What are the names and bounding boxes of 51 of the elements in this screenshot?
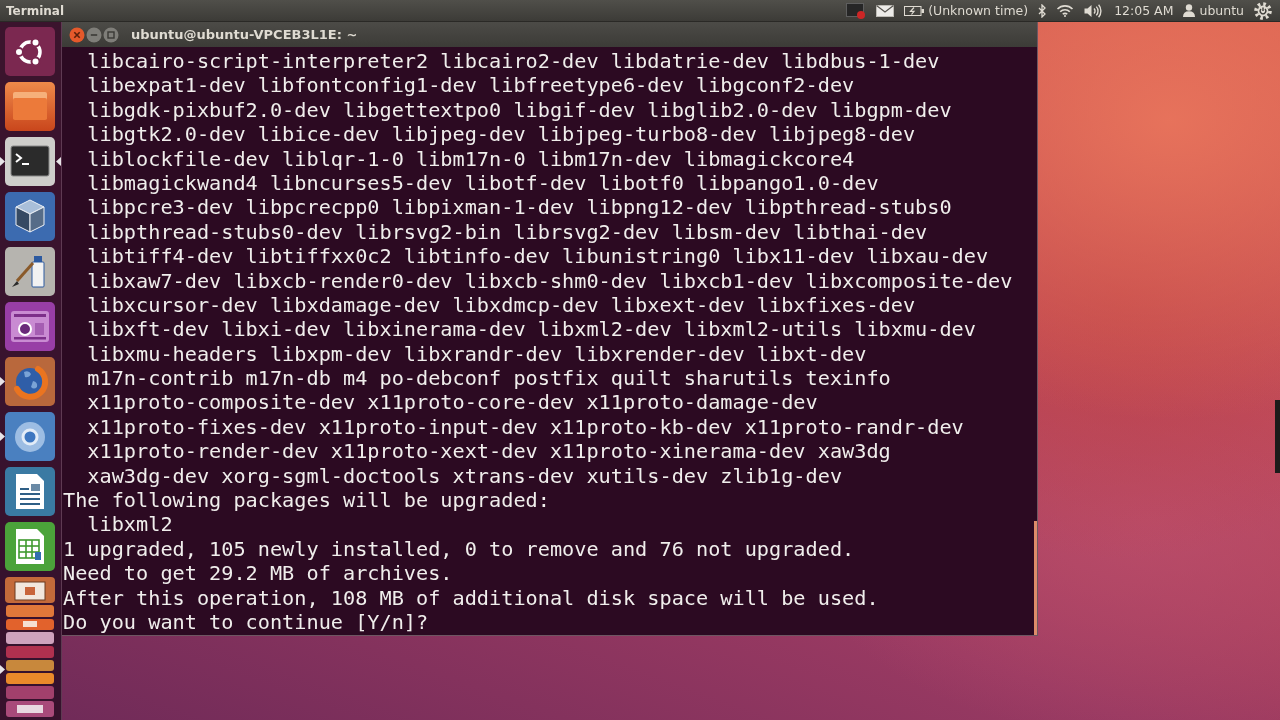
app-title: Terminal	[6, 3, 65, 18]
record-icon[interactable]	[846, 2, 867, 19]
terminal-line: libpthread-stubs0-dev librsvg2-bin librsvg2-dev libsm-dev libthai-dev	[87, 219, 928, 245]
terminal-line: libgdk-pixbuf2.0-dev libgettextpo0 libgif-dev libglib2.0-dev libgpm-dev	[87, 97, 952, 123]
close-icon[interactable]	[69, 26, 85, 43]
ubuntu-logo-icon[interactable]	[5, 27, 55, 76]
paintbrush-icon[interactable]	[5, 247, 55, 296]
user-menu[interactable]: ubuntu	[1183, 3, 1244, 18]
terminal-line: xaw3dg-dev xorg-sgml-doctools xtrans-dev xutils-dev zlib1g-dev	[87, 463, 843, 489]
terminal-line: 1 upgraded, 105 newly installed, 0 to remove and 76 not upgraded.	[63, 536, 855, 562]
clock[interactable]: 12:05 AM	[1114, 3, 1174, 18]
speaker-icon[interactable]	[1084, 3, 1103, 18]
mail-icon[interactable]	[876, 4, 895, 17]
spreadsheet-icon[interactable]	[5, 522, 55, 571]
window-title: ubuntu@ubuntu-VPCEB3L1E: ~	[131, 27, 358, 42]
terminal-line: libmagickwand4 libncurses5-dev libotf-dev libotf0 libpango1.0-dev	[87, 170, 879, 196]
person-icon	[1183, 4, 1196, 17]
document-icon[interactable]	[5, 467, 55, 516]
ring-icon[interactable]	[5, 412, 55, 461]
terminal-line: x11proto-composite-dev x11proto-core-dev x11proto-damage-dev	[87, 390, 818, 415]
terminal-line: libcairo-script-interpreter2 libcairo2-dev libdatrie-dev libdbus-1-dev	[87, 49, 940, 74]
scrollbar-thumb[interactable]	[1034, 521, 1037, 635]
battery-indicator[interactable]: (Unknown time)	[904, 3, 1029, 18]
wifi-icon[interactable]	[1056, 4, 1075, 17]
terminal-line: Do you want to continue [Y/n]?	[63, 610, 429, 635]
settings-icon[interactable]	[1254, 1, 1272, 20]
folder-icon[interactable]	[5, 82, 55, 131]
terminal-line: libxcursor-dev libxdamage-dev libxdmcp-dev libxext-dev libxfixes-dev	[87, 292, 916, 318]
terminal-line: libgtk2.0-dev libice-dev libjpeg-dev libjpeg-turbo8-dev libjpeg8-dev	[87, 122, 916, 147]
minimize-icon[interactable]	[86, 26, 102, 43]
terminal-line: The following packages will be upgraded:	[63, 488, 550, 513]
terminal-line: Need to get 29.2 MB of archives.	[63, 561, 453, 586]
terminal-line: libtiff4-dev libtiffxx0c2 libtinfo-dev libunistring0 libx11-dev libxau-dev	[87, 244, 989, 269]
terminal-icon[interactable]	[5, 137, 55, 186]
terminal-line: libxmu-headers libxpm-dev libxrandr-dev libxrender-dev libxt-dev	[87, 341, 867, 367]
webcam-icon[interactable]	[5, 302, 55, 351]
cube-icon[interactable]	[5, 192, 55, 241]
battery-icon	[904, 5, 925, 16]
terminal-line: libxaw7-dev libxcb-render0-dev libxcb-shm0-dev libxcb1-dev libxcomposite-dev	[87, 268, 1013, 293]
terminal-line: libexpat1-dev libfontconfig1-dev libfreetype6-dev libgconf2-dev	[87, 73, 855, 98]
terminal-line: libpcre3-dev libpcrecpp0 libpixman-1-dev libpng12-dev libpthread-stubs0	[87, 195, 952, 220]
maximize-icon[interactable]	[103, 26, 119, 43]
terminal-line: m17n-contrib m17n-db m4 po-debconf postfix quilt sharutils texinfo	[87, 366, 891, 391]
terminal-line: x11proto-fixes-dev x11proto-input-dev x11proto-kb-dev x11proto-randr-dev	[87, 414, 964, 440]
terminal-line: x11proto-render-dev x11proto-xext-dev x11proto-xinerama-dev xaw3dg	[87, 439, 891, 464]
stacked-app-icons[interactable]	[5, 577, 55, 720]
bluetooth-icon[interactable]	[1038, 3, 1047, 18]
terminal-line: libxft-dev libxi-dev libxinerama-dev libxml2-dev libxml2-utils libxmu-dev	[87, 317, 976, 342]
terminal-line: libxml2	[87, 512, 173, 537]
terminal-line: After this operation, 108 MB of additional disk space will be used.	[63, 585, 879, 610]
terminal-line: liblockfile-dev liblqr-1-0 libm17n-0 libm17n-dev libmagickcore4	[87, 146, 855, 171]
